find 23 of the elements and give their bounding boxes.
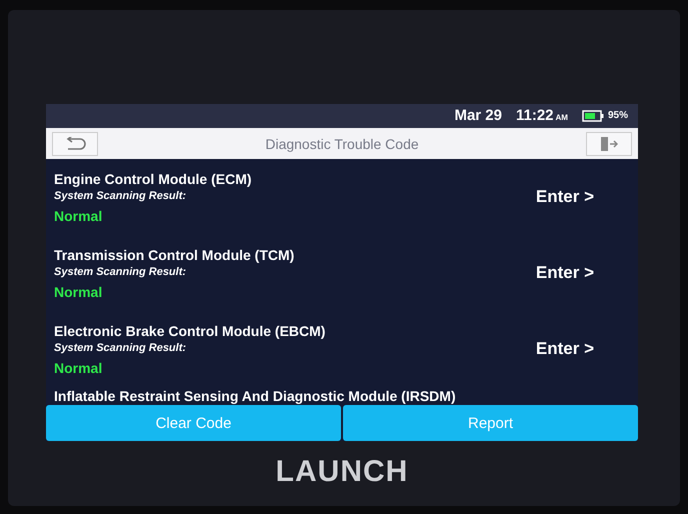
scan-result: Normal [54, 360, 104, 376]
scan-result-label: System Scanning Result: [54, 190, 188, 202]
exit-door-icon [600, 136, 618, 152]
module-name: Engine Control Module (ECM) [54, 170, 252, 187]
exit-button[interactable] [586, 132, 632, 156]
scan-result-label: System Scanning Result: [54, 266, 188, 278]
status-time: 11:22 AM [516, 107, 568, 124]
scan-result: Normal [54, 208, 104, 224]
battery-percent: 95% [608, 110, 628, 122]
enter-button[interactable]: Enter > [536, 187, 630, 208]
scan-result: Normal [54, 284, 104, 300]
back-arrow-icon [64, 136, 86, 151]
screen-title: Diagnostic Trouble Code [265, 136, 419, 152]
enter-button[interactable]: Enter > [536, 263, 630, 284]
battery-icon [582, 110, 604, 122]
back-button[interactable] [52, 132, 98, 156]
status-date: Mar 29 [454, 107, 502, 124]
scan-result-label: System Scanning Result: [54, 342, 188, 354]
enter-button[interactable]: Enter > [536, 339, 630, 360]
brand-logo: LAUNCH [276, 455, 408, 489]
module-name: Electronic Brake Control Module (EBCM) [54, 322, 326, 339]
module-name: Transmission Control Module (TCM) [54, 246, 294, 263]
module-name: Inflatable Restraint Sensing And Diagnostic Module (IRSDM) [54, 388, 456, 404]
